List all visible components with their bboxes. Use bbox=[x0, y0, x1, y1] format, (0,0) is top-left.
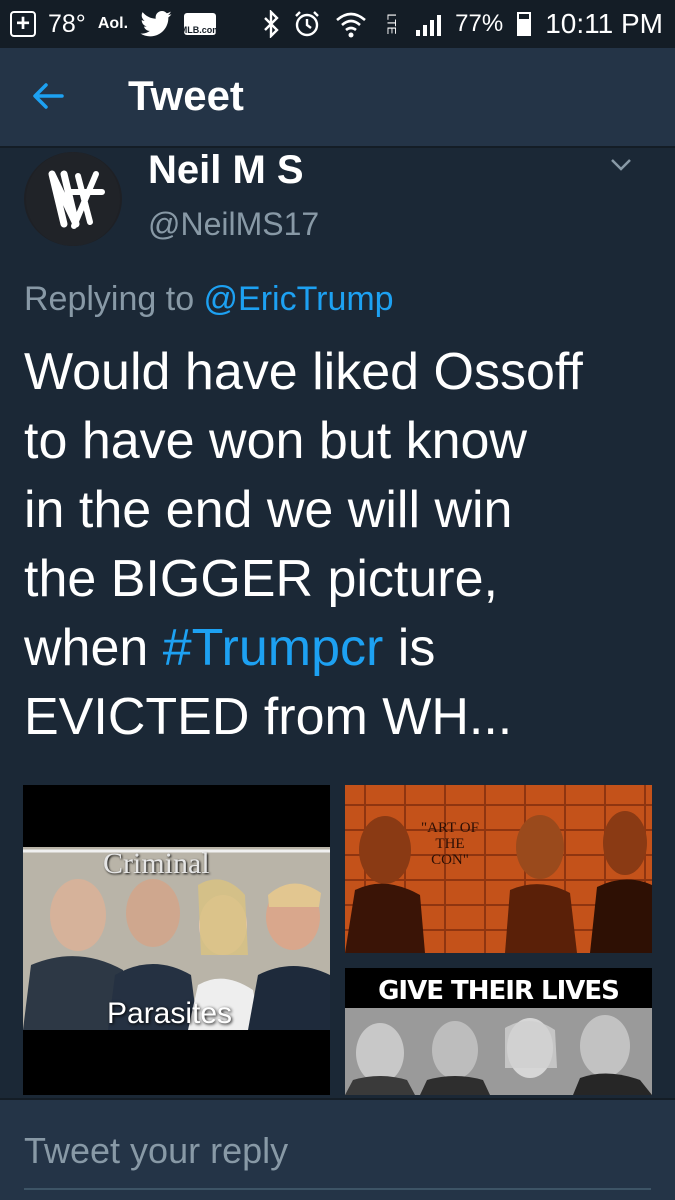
lte-indicator: LTE bbox=[384, 13, 399, 35]
alarm-clock-icon bbox=[295, 11, 319, 37]
replying-to-label: Replying to bbox=[24, 280, 204, 318]
tweet-text-line: to have won but know bbox=[24, 412, 527, 470]
media-artwork bbox=[345, 785, 652, 953]
tweet-text-line: when #Trumpcr is bbox=[24, 614, 664, 683]
clock-time: 10:11 PM bbox=[545, 8, 663, 39]
hashtag-link[interactable]: #Trumpcr bbox=[163, 619, 384, 677]
tweet-text-line: the BIGGER picture, bbox=[24, 550, 498, 608]
tweet-image-art-of-the-con[interactable]: "ART OF THE CON" bbox=[345, 785, 652, 953]
tweet-text-fragment: when bbox=[24, 619, 163, 677]
image-caption-line: THE CON" bbox=[431, 836, 469, 868]
battery-percent: 77% bbox=[455, 10, 504, 37]
tweet-text-fragment: is bbox=[383, 619, 436, 677]
reply-composer bbox=[0, 1098, 675, 1200]
tweet-text-line: Would have liked Ossoff bbox=[24, 343, 583, 401]
tweet-text: Would have liked Ossoff to have won but … bbox=[24, 338, 664, 752]
arrow-left-icon[interactable] bbox=[28, 76, 68, 116]
tweet-text-line: in the end we will win bbox=[24, 481, 513, 539]
signal-strength-icon bbox=[416, 12, 442, 36]
weather-temperature: 78° bbox=[48, 9, 86, 38]
author-name[interactable]: Neil M S bbox=[148, 148, 304, 193]
replying-to: Replying to @EricTrump bbox=[24, 280, 394, 319]
tweet-text-line: EVICTED from WH... bbox=[24, 688, 513, 746]
twitter-bird-icon bbox=[140, 11, 172, 37]
mlb-icon: MLB.com bbox=[180, 13, 220, 35]
yankees-logo-icon bbox=[26, 152, 120, 246]
plus-notification-icon: + bbox=[10, 11, 36, 37]
reply-input[interactable] bbox=[24, 1130, 644, 1172]
page-title: Tweet bbox=[128, 72, 244, 119]
tweet-image-criminal-parasites[interactable]: Criminal Parasites bbox=[23, 785, 330, 1095]
image-caption: Parasites bbox=[107, 997, 233, 1030]
wifi-icon bbox=[336, 12, 366, 38]
media-artwork bbox=[23, 785, 330, 1095]
battery-icon bbox=[517, 12, 532, 36]
app-bar: Tweet bbox=[0, 48, 675, 148]
reply-input-underline bbox=[24, 1188, 651, 1190]
replying-to-link[interactable]: @EricTrump bbox=[204, 280, 394, 318]
image-caption-line: "ART OF bbox=[421, 820, 479, 836]
mlb-label: MLB.com bbox=[179, 25, 221, 35]
image-caption: "ART OF THE CON" bbox=[415, 820, 485, 868]
avatar[interactable] bbox=[24, 152, 122, 246]
chevron-down-icon[interactable] bbox=[606, 150, 636, 180]
bluetooth-icon bbox=[264, 10, 279, 38]
image-caption: Criminal bbox=[103, 847, 210, 880]
image-caption: GIVE THEIR LIVES bbox=[378, 976, 620, 1006]
status-bar: + 78° Aol. MLB.com LTE 77% 10:11 PM bbox=[0, 0, 675, 48]
tweet-image-give-their-lives[interactable]: GIVE THEIR LIVES bbox=[345, 968, 652, 1095]
author-handle[interactable]: @NeilMS17 bbox=[148, 206, 319, 243]
aol-icon: Aol. bbox=[97, 15, 129, 32]
